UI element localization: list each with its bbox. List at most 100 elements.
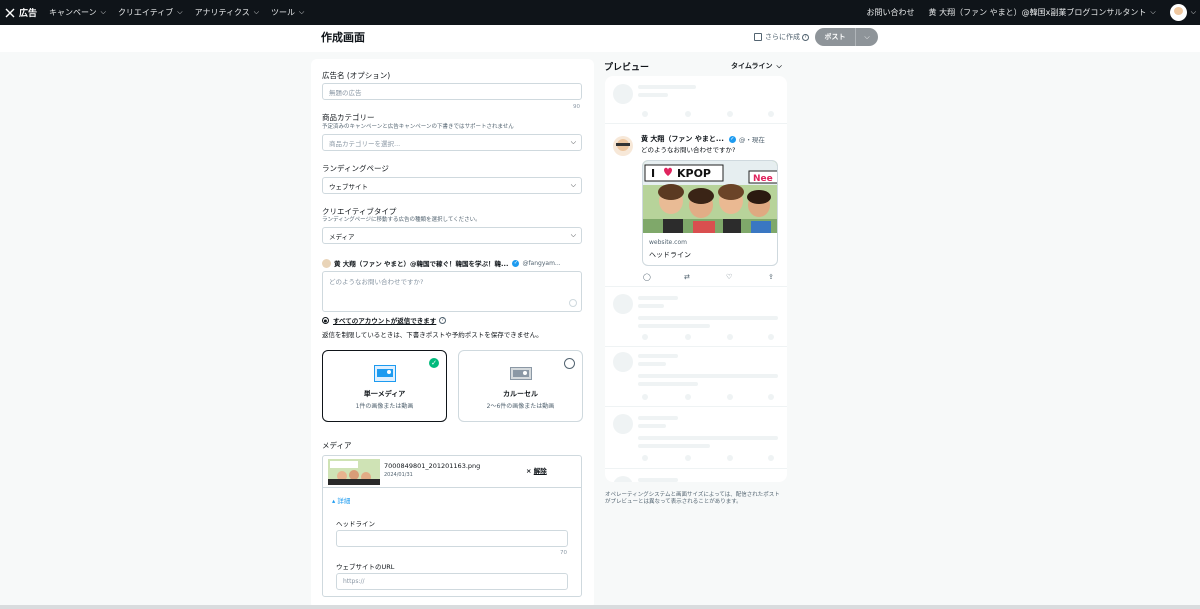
skeleton-dot [727,111,733,117]
remove-media-button[interactable]: × 解除 [526,465,547,475]
skeleton-avatar [613,84,633,104]
carousel-option[interactable]: カルーセル 2〜6件の画像または動画 [458,350,583,422]
more-create-label: さらに作成 [765,33,800,41]
reply-settings[interactable]: ● すべてのアカウントが返信できます ? [322,315,447,325]
headline-input[interactable] [336,530,568,547]
like-icon: ♡ [726,273,733,281]
nav-tools-label: ツール [271,8,296,17]
timeline-select[interactable]: タイムライン ⌵ [731,61,782,71]
skeleton-line [638,362,666,366]
nav-creatives[interactable]: クリエイティブ ⌵ [118,7,183,18]
help-icon[interactable]: ? [439,316,447,324]
share-icon: ⇪ [768,273,774,281]
reply-note: 返信を制限しているときは、下書きポストや予約ポストを保存できません。 [322,331,543,339]
chevron-down-icon: ⌵ [100,8,106,16]
verified-icon: ✓ [512,259,520,267]
skeleton-line [638,296,678,300]
tweet-text: どのようなお問い合わせですか? [641,146,736,154]
nav-tools[interactable]: ツール ⌵ [271,7,304,18]
reply-settings-link[interactable]: すべてのアカウントが返信できます [333,315,436,325]
post-options-button[interactable]: ⌵ [856,28,878,46]
chevron-down-icon: ⌵ [570,181,576,189]
bottom-border [0,605,1200,609]
tweet-header: 黄 大翔（ファン やまと... ✓ @・現在 [641,134,765,144]
preview-phone: 黄 大翔（ファン やまと... ✓ @・現在 どのようなお問い合わせですか? I… [605,76,787,482]
thumbnail-image [328,459,380,485]
website-url-input[interactable]: https:// [336,573,568,590]
chevron-down-icon: ⌵ [299,8,305,16]
reply-icon: ◯ [643,273,651,281]
account-menu[interactable]: 黄 大翔（ファン やまと）@韓国x副業ブログコンサルタント ⌵ ⌵ [929,4,1200,21]
nav-creatives-label: クリエイティブ [117,8,174,17]
chevron-down-icon: ⌵ [177,8,183,16]
chevron-down-icon: ⌵ [570,138,576,146]
chevron-down-icon: ⌵ [253,8,260,16]
media-thumbnail[interactable] [328,459,380,485]
landing-page-value: ウェブサイト [329,182,368,191]
skeleton-dot [685,455,691,461]
more-create-checkbox[interactable] [754,33,762,41]
skeleton-line [638,354,678,358]
preview-title: プレビュー [604,63,650,73]
tweet-author: 黄 大翔（ファン やまと... [641,135,724,143]
skeleton-line [638,85,696,89]
skeleton-dot [685,334,691,340]
single-media-option[interactable]: ✓ 単一メディア 1件の画像または動画 [322,350,447,422]
ad-name-input[interactable]: 無題の広告 [322,83,582,100]
tweet-meta: @・現在 [738,136,765,144]
skeleton-avatar [613,476,633,482]
chevron-down-icon: ⌵ [1150,8,1156,16]
user-avatar[interactable] [1169,4,1187,21]
account-handle: @fangyam... [522,259,561,267]
remove-media-label: 解除 [533,467,547,475]
card-headline: ヘッドライン [649,251,691,259]
skeleton-line [638,324,710,328]
skeleton-dot [685,394,691,400]
creative-type-value: メディア [329,232,355,241]
skeleton-line [638,424,666,428]
details-toggle[interactable]: ▴ 詳細 [332,495,350,505]
skeleton-dot [768,334,774,340]
product-category-note: 予定済みのキャンペーンと広告キャンペーンの下書きではサポートされません [322,124,514,130]
skeleton-dot [727,394,733,400]
more-create-toggle[interactable]: さらに作成 ? [754,32,809,42]
account-name: 黄 大翔（ファン やまと）@韓国で稼ぐ！韓国を学ぶ！韓... [334,260,509,268]
skeleton-dot [768,111,774,117]
skeleton-dot [642,111,648,117]
contact-link[interactable]: お問い合わせ [867,7,915,18]
chevron-down-icon: ⌵ [776,61,782,70]
post-button-group: ポスト ⌵ [815,28,878,46]
skeleton-dot [768,455,774,461]
creative-type-select[interactable]: メディア ⌵ [322,227,582,244]
landing-page-select[interactable]: ウェブサイト ⌵ [322,177,582,194]
page-title: 作成画面 [321,31,365,44]
radio-button[interactable] [564,358,575,369]
details-label: 詳細 [337,497,351,505]
skeleton-avatar [613,294,633,314]
nav-campaigns[interactable]: キャンペーン ⌵ [49,7,106,18]
divider [605,468,787,469]
chevron-down-icon: ⌵ [570,231,576,239]
post-text-placeholder: どのようなお問い合わせですか? [329,278,424,286]
card-image: I KPOP Nee [643,161,777,233]
skeleton-dot [727,455,733,461]
skeleton-dot [642,394,648,400]
nav-analytics[interactable]: アナリティクス ⌵ [195,7,259,18]
product-category-select[interactable]: 商品カテゴリーを選択... ⌵ [322,134,582,151]
skeleton-dot [642,455,648,461]
post-text-input[interactable]: どのようなお問い合わせですか? [322,271,582,312]
skeleton-line [638,93,668,97]
headline-label: ヘッドライン [336,520,375,528]
x-ads-logo[interactable]: 広告 [5,6,37,19]
posting-account[interactable]: 黄 大翔（ファン やまと）@韓国で稼ぐ！韓国を学ぶ！韓... ✓ @fangya… [322,257,582,269]
skeleton-line [638,416,678,420]
skeleton-avatar [613,414,633,434]
preview-note: オペレーティングシステムと画面サイズによっては、配信されたポストがプレビューとは… [605,492,780,505]
card-image-text-3: Nee [753,174,773,184]
skeleton-avatar [613,352,633,372]
nav-analytics-label: アナリティクス [194,8,250,17]
divider [605,123,787,124]
tweet-avatar [613,136,633,156]
help-icon[interactable]: ? [802,33,809,41]
post-button[interactable]: ポスト [815,28,856,46]
